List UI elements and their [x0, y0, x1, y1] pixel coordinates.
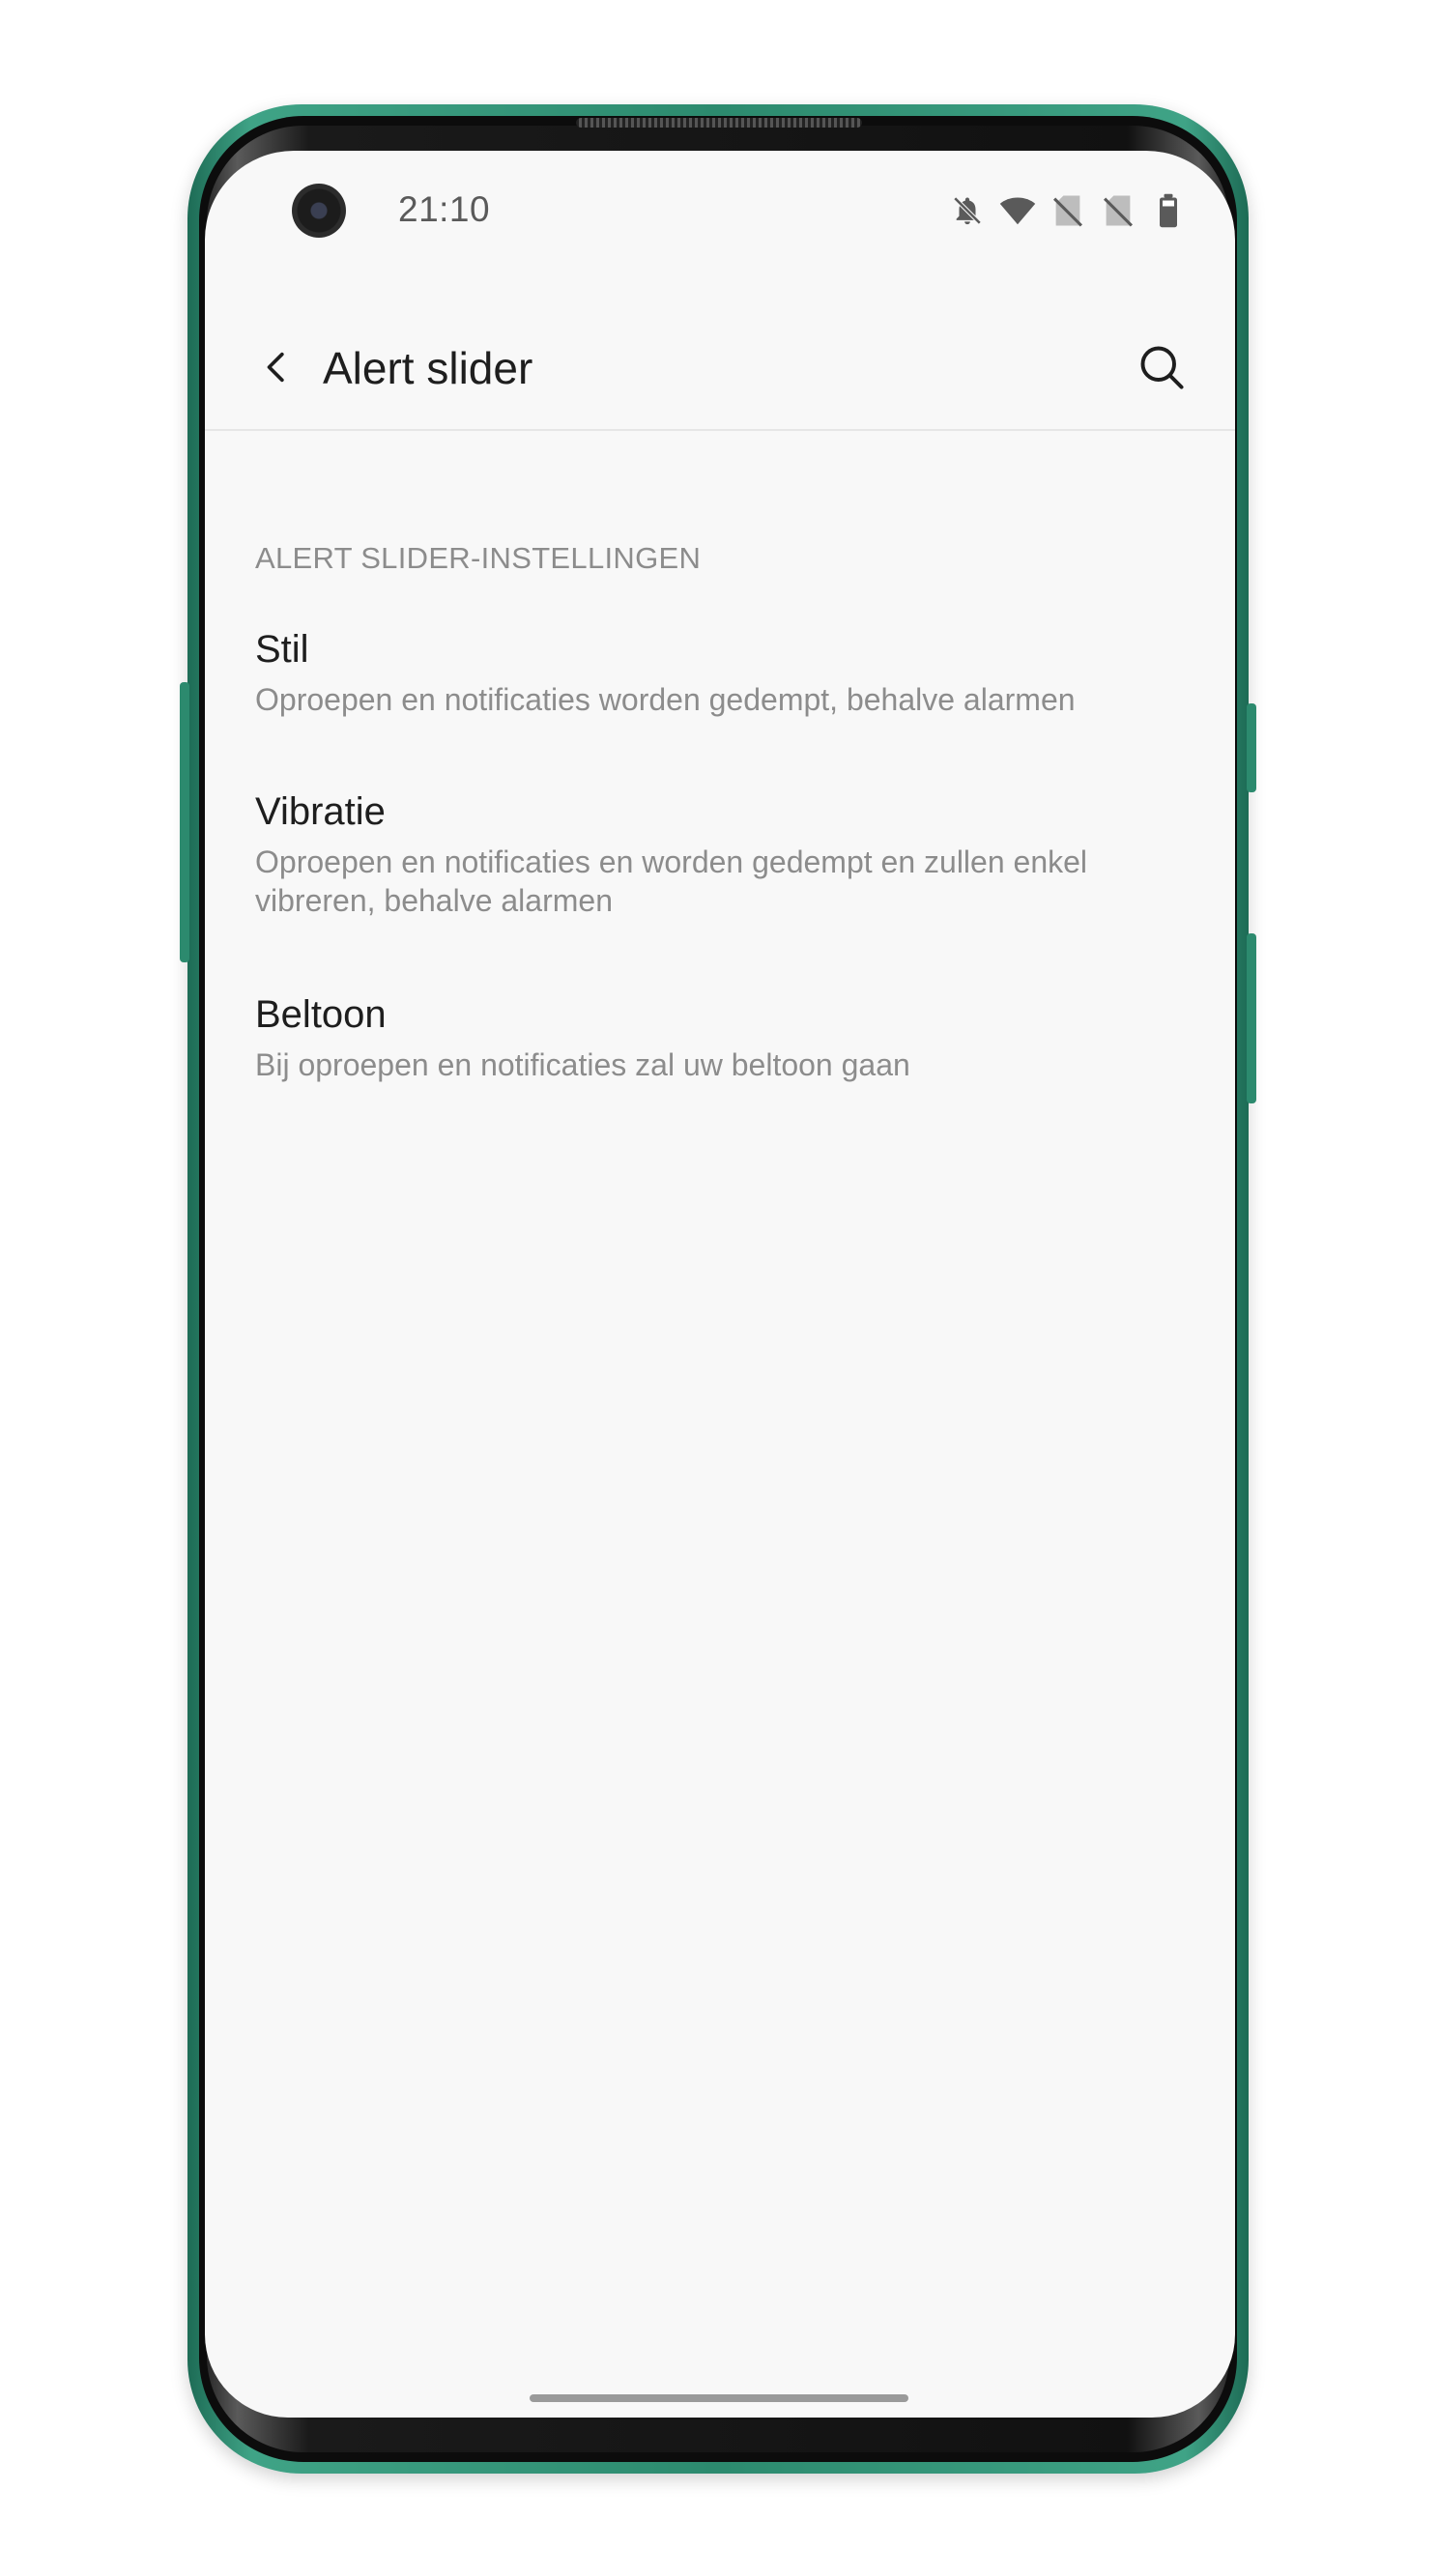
- setting-title: Stil: [255, 628, 309, 671]
- setting-title: Vibratie: [255, 790, 386, 833]
- battery-icon: [1150, 192, 1187, 229]
- home-indicator[interactable]: [530, 2394, 908, 2402]
- setting-subtitle: Oproepen en notificaties en worden gedem…: [255, 843, 1183, 920]
- setting-subtitle: Oproepen en notificaties worden gedempt,…: [255, 682, 1076, 717]
- wifi-icon: [999, 192, 1036, 229]
- setting-subtitle: Bij oproepen en notificaties zal uw belt…: [255, 1047, 910, 1082]
- app-bar: Alert slider: [205, 305, 1235, 431]
- setting-item-beltoon[interactable]: Beltoon Bij oproepen en notificaties zal…: [255, 989, 1183, 1084]
- status-icons: [949, 191, 1187, 230]
- alert-slider-switch: [1247, 703, 1256, 792]
- screen: 21:10 Alert slider ALERT SLIDER-INSTELLI…: [205, 151, 1235, 2418]
- chevron-left-icon: [267, 352, 284, 383]
- setting-subtitle-line-1: Oproepen en notificaties en worden gedem…: [255, 844, 1088, 879]
- no-sim-icon: [1050, 192, 1086, 229]
- search-button[interactable]: [1129, 334, 1194, 400]
- section-header: ALERT SLIDER-INSTELLINGEN: [255, 541, 702, 575]
- no-sim-icon: [1100, 192, 1136, 229]
- search-icon: [1140, 346, 1184, 389]
- power-button: [1247, 933, 1256, 1103]
- setting-item-stil[interactable]: Stil Oproepen en notificaties worden ged…: [255, 624, 1183, 719]
- bell-off-icon: [949, 192, 986, 229]
- earpiece-grille: [576, 118, 862, 128]
- back-button[interactable]: [245, 336, 307, 398]
- side-button-left: [180, 682, 189, 962]
- setting-item-vibratie[interactable]: Vibratie Oproepen en notificaties en wor…: [255, 787, 1183, 920]
- stage: 21:10 Alert slider ALERT SLIDER-INSTELLI…: [0, 0, 1438, 2576]
- front-camera: [292, 184, 346, 238]
- status-time: 21:10: [398, 189, 491, 229]
- setting-title: Beltoon: [255, 993, 387, 1036]
- setting-subtitle-line-2: vibreren, behalve alarmen: [255, 883, 613, 918]
- page-title: Alert slider: [323, 343, 533, 393]
